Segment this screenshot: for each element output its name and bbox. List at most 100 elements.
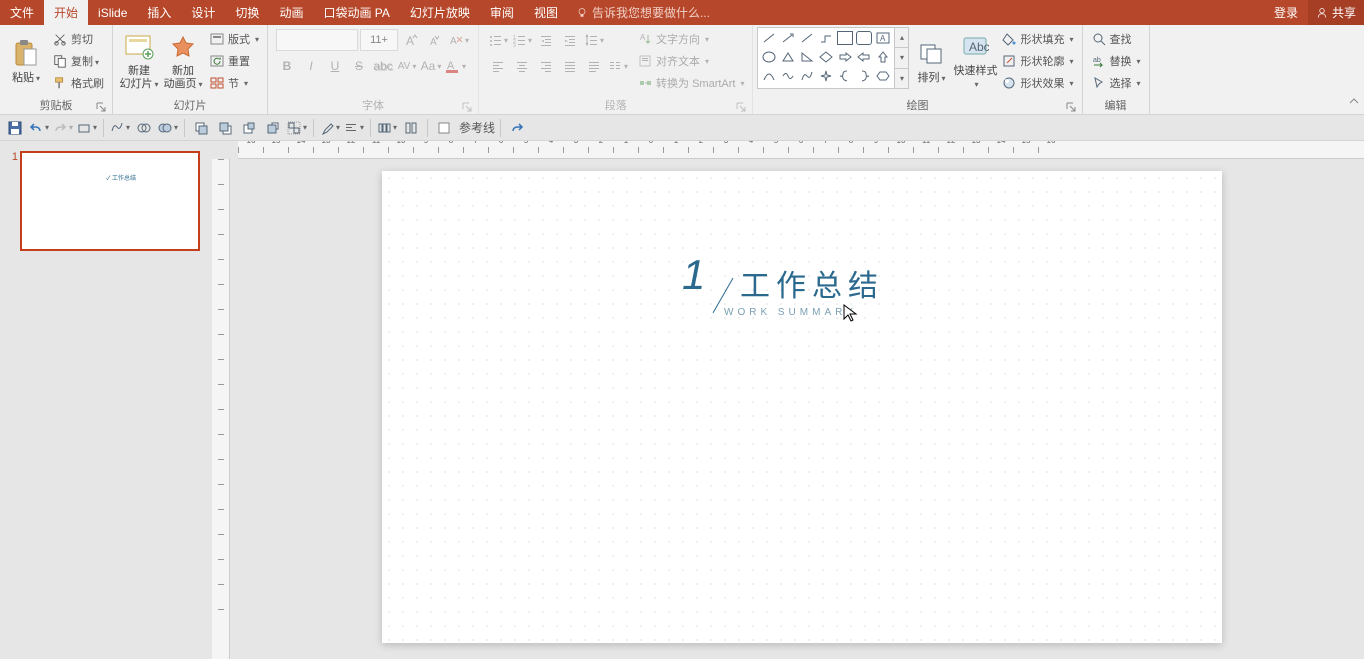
bold-button[interactable]: B <box>276 55 298 77</box>
paste-button[interactable]: 粘贴 <box>4 27 48 95</box>
qat-send-backward-button[interactable] <box>262 117 284 139</box>
shape-line2-icon[interactable] <box>799 31 815 45</box>
slide-canvas[interactable]: 1 工作总结 WORK SUMMARY <box>382 171 1222 643</box>
font-size-combo[interactable] <box>360 29 398 51</box>
new-anim-page-button[interactable]: 新加 动画页 <box>161 27 205 95</box>
shape-oval-icon[interactable] <box>761 50 777 64</box>
align-text-button[interactable]: 对齐文本 <box>633 51 748 71</box>
save-button[interactable] <box>4 117 26 139</box>
new-slide-button[interactable]: 新建 幻灯片 <box>117 27 161 95</box>
qat-freeform-button[interactable] <box>109 117 131 139</box>
shape-connector-icon[interactable] <box>818 31 834 45</box>
italic-button[interactable]: I <box>300 55 322 77</box>
shapes-gallery[interactable]: A ▴ ▾ <box>757 27 909 89</box>
collapse-ribbon-button[interactable] <box>1348 95 1360 110</box>
font-launcher[interactable] <box>462 102 472 112</box>
qat-anim-pane-button[interactable] <box>400 117 422 139</box>
reset-button[interactable]: 重置 <box>205 51 263 71</box>
shape-effects-button[interactable]: 形状效果 <box>997 73 1077 93</box>
redo-button[interactable] <box>52 117 74 139</box>
menu-pocket-anim[interactable]: 口袋动画 PA <box>313 0 399 25</box>
gallery-more-button[interactable]: ▾ <box>895 69 908 88</box>
drawing-launcher[interactable] <box>1066 102 1076 112</box>
line-spacing-button[interactable] <box>583 29 605 51</box>
login-button[interactable]: 登录 <box>1264 0 1308 25</box>
numbering-button[interactable]: 123 <box>511 29 533 51</box>
shape-brace-l-icon[interactable] <box>837 69 853 83</box>
strike-button[interactable]: S <box>348 55 370 77</box>
align-center-button[interactable] <box>511 55 533 77</box>
menu-slideshow[interactable]: 幻灯片放映 <box>400 0 480 25</box>
qat-eyedropper-button[interactable] <box>319 117 341 139</box>
shape-diamond-icon[interactable] <box>818 50 834 64</box>
qat-distribute-button[interactable] <box>376 117 398 139</box>
qat-send-back-button[interactable] <box>214 117 236 139</box>
indent-decrease-button[interactable] <box>535 29 557 51</box>
section-button[interactable]: 节 <box>205 73 263 93</box>
gallery-down-button[interactable]: ▾ <box>895 48 908 68</box>
copy-button[interactable]: 复制 <box>48 51 108 71</box>
shape-brace-r-icon[interactable] <box>856 69 872 83</box>
qat-shape1-button[interactable] <box>76 117 98 139</box>
thumbnail-preview[interactable]: ✓ 工作总结 <box>20 151 200 251</box>
clear-format-button[interactable]: A <box>448 29 470 51</box>
shape-fill-button[interactable]: 形状填充 <box>997 29 1077 49</box>
shape-rtriangle-icon[interactable] <box>799 50 815 64</box>
text-direction-button[interactable]: A文字方向 <box>633 29 748 49</box>
shape-arrow-line-icon[interactable] <box>780 31 796 45</box>
menu-transition[interactable]: 切换 <box>225 0 269 25</box>
shape-hex-icon[interactable] <box>875 69 891 83</box>
qat-group-button[interactable] <box>286 117 308 139</box>
align-right-button[interactable] <box>535 55 557 77</box>
shape-arrow-up-icon[interactable] <box>875 50 891 64</box>
layout-button[interactable]: 版式 <box>205 29 263 49</box>
underline-button[interactable]: U <box>324 55 346 77</box>
align-left-button[interactable] <box>487 55 509 77</box>
align-distribute-button[interactable] <box>583 55 605 77</box>
menu-insert[interactable]: 插入 <box>137 0 181 25</box>
shadow-button[interactable]: abc <box>372 55 394 77</box>
columns-button[interactable] <box>607 55 629 77</box>
tell-me-search[interactable]: 告诉我您想要做什么... <box>576 4 710 21</box>
menu-review[interactable]: 审阅 <box>480 0 524 25</box>
shape-roundrect-icon[interactable] <box>856 31 872 45</box>
change-case-button[interactable]: Aa <box>420 55 442 77</box>
menu-view[interactable]: 视图 <box>524 0 568 25</box>
para-launcher[interactable] <box>736 102 746 112</box>
grow-font-button[interactable]: A <box>400 29 422 51</box>
quick-styles-button[interactable]: Abc 快速样式 <box>953 27 997 95</box>
shrink-font-button[interactable]: A <box>424 29 446 51</box>
gallery-up-button[interactable]: ▴ <box>895 28 908 48</box>
char-spacing-button[interactable]: AV <box>396 55 418 77</box>
select-button[interactable]: 选择 <box>1087 73 1145 93</box>
shape-free2-icon[interactable] <box>799 69 815 83</box>
shape-outline-button[interactable]: 形状轮廓 <box>997 51 1077 71</box>
menu-design[interactable]: 设计 <box>181 0 225 25</box>
qat-bring-front-button[interactable] <box>190 117 212 139</box>
menu-file[interactable]: 文件 <box>0 0 44 25</box>
qat-gridlines-checkbox[interactable] <box>433 117 455 139</box>
align-justify-button[interactable] <box>559 55 581 77</box>
smartart-button[interactable]: 转换为 SmartArt <box>633 73 748 93</box>
qat-combine-button[interactable] <box>133 117 155 139</box>
horizontal-ruler[interactable]: 1615141312111098765432101234567891011121… <box>238 141 1364 159</box>
shape-arrow-left-icon[interactable] <box>856 50 872 64</box>
menu-animation[interactable]: 动画 <box>269 0 313 25</box>
menu-islide[interactable]: iSlide <box>88 0 137 25</box>
undo-button[interactable] <box>28 117 50 139</box>
shape-curve-icon[interactable] <box>761 69 777 83</box>
replace-button[interactable]: ab替换 <box>1087 51 1145 71</box>
qat-align-menu-button[interactable] <box>343 117 365 139</box>
format-painter-button[interactable]: 格式刷 <box>48 73 108 93</box>
shape-textbox-icon[interactable]: A <box>875 31 891 45</box>
qat-bring-forward-button[interactable] <box>238 117 260 139</box>
indent-increase-button[interactable] <box>559 29 581 51</box>
share-button[interactable]: 共享 <box>1308 0 1364 25</box>
cut-button[interactable]: 剪切 <box>48 29 108 49</box>
shape-triangle-icon[interactable] <box>780 50 796 64</box>
qat-merge-button[interactable] <box>157 117 179 139</box>
arrange-button[interactable]: 排列 <box>909 27 953 95</box>
thumbnail-pane[interactable]: 1 ✓ 工作总结 <box>0 141 212 659</box>
find-button[interactable]: 查找 <box>1087 29 1145 49</box>
shape-star4-icon[interactable] <box>818 69 834 83</box>
